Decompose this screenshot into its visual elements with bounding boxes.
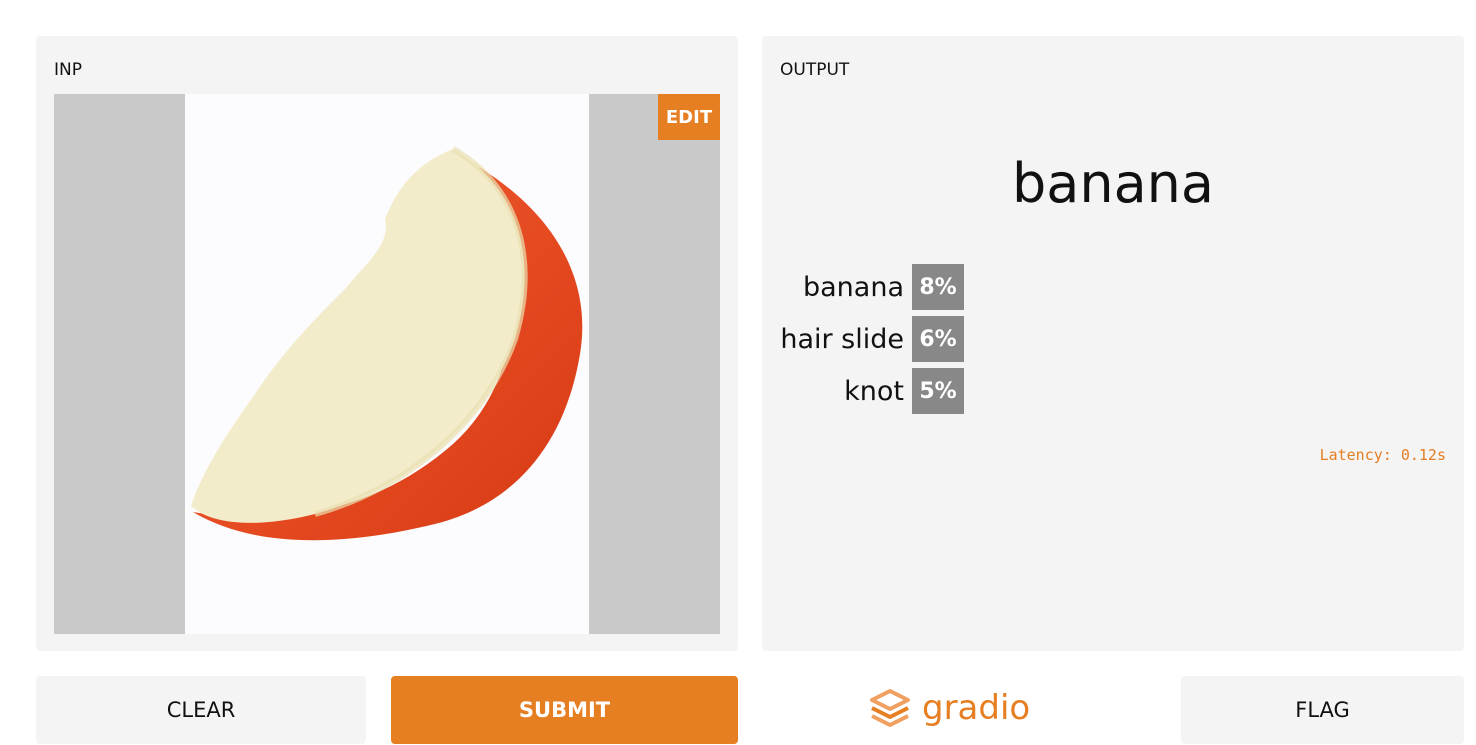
input-panel: INP EDIT	[36, 36, 738, 651]
confidence-row: knot 5%	[762, 368, 964, 414]
gradio-wordmark: gradio	[922, 688, 1031, 728]
input-label: INP	[54, 60, 82, 80]
edit-button[interactable]: EDIT	[658, 94, 720, 140]
confidence-bar: 6%	[912, 316, 964, 362]
clear-button[interactable]: CLEAR	[36, 676, 366, 744]
confidence-label: knot	[844, 375, 904, 407]
flag-button[interactable]: FLAG	[1181, 676, 1464, 744]
confidence-bar: 8%	[912, 264, 964, 310]
apple-slice-image	[191, 146, 583, 541]
confidence-row: banana 8%	[762, 264, 964, 310]
confidence-label: banana	[803, 271, 904, 303]
image-input[interactable]: EDIT	[54, 94, 720, 634]
predicted-label: banana	[1012, 152, 1214, 215]
latency-text: Latency: 0.12s	[1319, 446, 1446, 464]
confidence-label: hair slide	[780, 323, 904, 355]
gradio-logo-icon	[870, 689, 910, 727]
confidence-bar: 5%	[912, 368, 964, 414]
confidence-row: hair slide 6%	[762, 316, 964, 362]
uploaded-image	[185, 94, 589, 634]
output-label: OUTPUT	[780, 60, 850, 80]
output-panel: OUTPUT banana banana 8% hair slide 6% kn…	[762, 36, 1464, 651]
submit-button[interactable]: SUBMIT	[391, 676, 738, 744]
gradio-brand[interactable]: gradio	[868, 684, 1030, 732]
